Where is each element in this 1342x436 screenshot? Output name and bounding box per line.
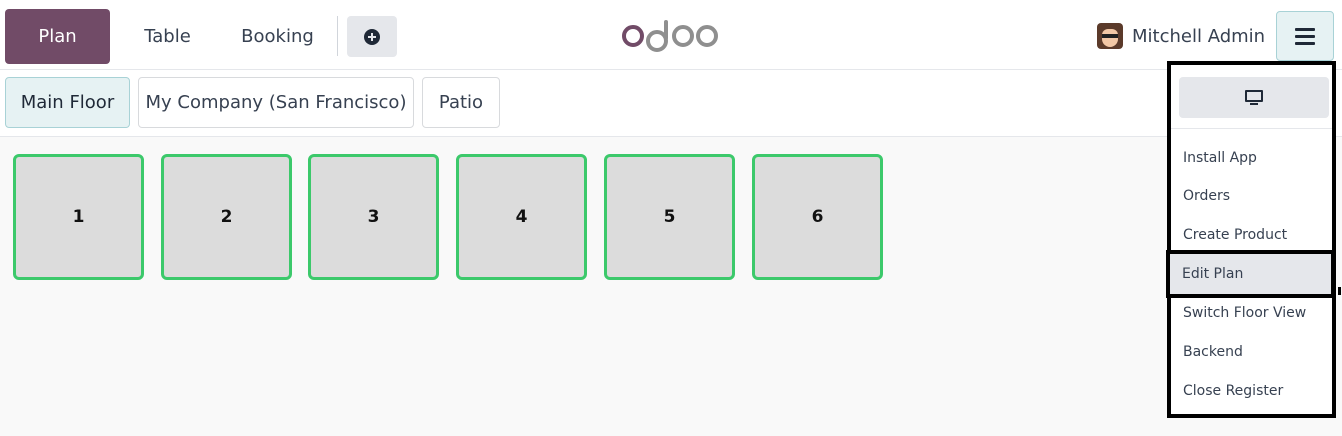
top-navbar: Plan Table Booking Mitchell Admin <box>0 0 1342 70</box>
booking-button[interactable]: Booking <box>225 9 330 64</box>
table-tile[interactable]: 6 <box>752 154 883 280</box>
menu-item-create-product[interactable]: Create Product <box>1171 217 1332 253</box>
navbar-divider <box>337 16 338 56</box>
user-menu[interactable]: Mitchell Admin <box>1097 22 1265 50</box>
floor-selector: Main Floor My Company (San Francisco) Pa… <box>0 70 1342 137</box>
table-tile[interactable]: 2 <box>161 154 292 280</box>
mouse-cursor <box>1338 287 1341 295</box>
menu-item-install-app[interactable]: Install App <box>1171 140 1332 176</box>
table-button[interactable]: Table <box>125 9 210 64</box>
table-tile[interactable]: 4 <box>456 154 587 280</box>
table-tile[interactable]: 5 <box>604 154 735 280</box>
main-menu-dropdown: Install App Orders Create Product Edit P… <box>1166 61 1336 418</box>
menu-divider <box>1171 128 1332 129</box>
hamburger-icon <box>1295 27 1315 31</box>
table-tile[interactable]: 1 <box>13 154 144 280</box>
menu-item-orders[interactable]: Orders <box>1171 178 1332 214</box>
floor-tab-patio[interactable]: Patio <box>422 77 500 128</box>
menu-item-backend[interactable]: Backend <box>1171 334 1332 370</box>
customer-display-button[interactable] <box>1179 77 1329 118</box>
floor-tab-my-company[interactable]: My Company (San Francisco) <box>138 77 414 128</box>
user-name: Mitchell Admin <box>1132 25 1266 47</box>
monitor-icon <box>1245 89 1263 106</box>
menu-item-edit-plan[interactable]: Edit Plan <box>1166 250 1335 298</box>
plan-button[interactable]: Plan <box>5 9 110 64</box>
avatar <box>1097 23 1123 49</box>
table-tile[interactable]: 3 <box>308 154 439 280</box>
add-button[interactable] <box>347 16 397 57</box>
plus-circle-icon <box>364 28 380 45</box>
menu-item-close-register[interactable]: Close Register <box>1171 373 1332 409</box>
hamburger-menu-button[interactable] <box>1276 11 1334 61</box>
floor-tab-main-floor[interactable]: Main Floor <box>5 77 130 128</box>
menu-item-switch-floor-view[interactable]: Switch Floor View <box>1171 295 1332 331</box>
odoo-logo <box>622 20 720 52</box>
